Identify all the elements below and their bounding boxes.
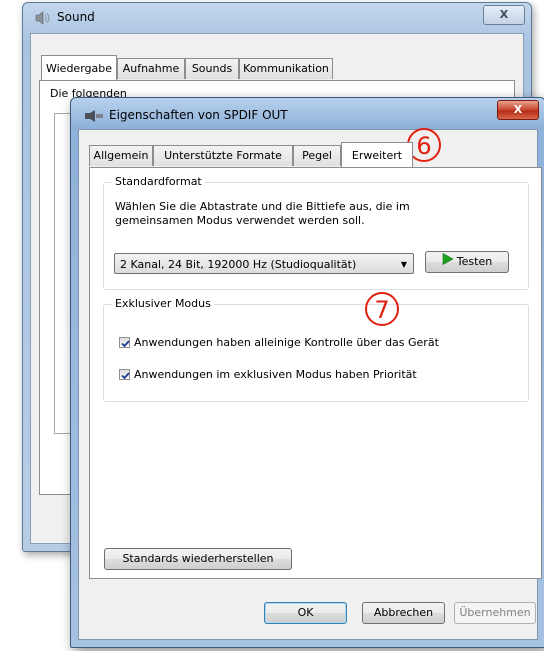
test-button-label: Testen — [456, 255, 493, 268]
tab-sounds[interactable]: Sounds — [185, 58, 239, 79]
standard-format-label: Standardformat — [112, 175, 205, 188]
exclusive-control-label: Anwendungen haben alleinige Kontrolle üb… — [134, 336, 439, 349]
play-icon — [442, 252, 454, 272]
annotation-marker-7: 7 — [365, 292, 399, 326]
checkbox-exclusive-priority[interactable] — [119, 368, 130, 380]
cancel-button[interactable]: Abbrechen — [362, 602, 445, 624]
exclusive-control-option[interactable]: Anwendungen haben alleinige Kontrolle üb… — [119, 336, 439, 350]
format-dropdown[interactable]: 2 Kanal, 24 Bit, 192000 Hz (Studioqualit… — [114, 253, 414, 274]
tab-aufnahme[interactable]: Aufnahme — [117, 58, 185, 79]
restore-defaults-button[interactable]: Standards wiederherstellen — [104, 548, 292, 570]
spdif-properties-dialog: Eigenschaften von SPDIF OUT X Allgemein … — [70, 97, 544, 648]
dialog-close-button[interactable]: X — [497, 100, 539, 120]
dialog-title: Eigenschaften von SPDIF OUT — [109, 108, 288, 122]
apply-button[interactable]: Übernehmen — [454, 602, 536, 624]
tab-unterstuetzte-formate[interactable]: Unterstützte Formate — [153, 145, 293, 166]
erweitert-tab-pane: Standardformat Wählen Sie die Abtastrate… — [89, 167, 542, 579]
tab-wiedergabe[interactable]: Wiedergabe — [41, 55, 117, 80]
sound-close-button[interactable]: X — [483, 5, 525, 25]
sound-window-title: Sound — [57, 10, 95, 24]
standard-format-description: Wählen Sie die Abtastrate und die Bittie… — [115, 200, 410, 228]
tab-kommunikation[interactable]: Kommunikation — [239, 58, 333, 79]
description-line-1: Wählen Sie die Abtastrate und die Bittie… — [115, 200, 410, 213]
format-dropdown-value: 2 Kanal, 24 Bit, 192000 Hz (Studioqualit… — [120, 258, 357, 271]
sound-titlebar[interactable]: Sound X — [23, 3, 531, 31]
speaker-icon — [35, 11, 50, 25]
description-line-2: gemeinsamen Modus verwendet werden soll. — [115, 214, 365, 227]
checkbox-exclusive-control[interactable] — [119, 336, 130, 348]
ok-button[interactable]: OK — [264, 602, 347, 624]
tab-pegel[interactable]: Pegel — [293, 145, 341, 166]
exclusive-priority-option[interactable]: Anwendungen im exklusiven Modus haben Pr… — [119, 368, 417, 382]
tab-allgemein[interactable]: Allgemein — [89, 145, 153, 166]
standard-format-group: Standardformat Wählen Sie die Abtastrate… — [103, 175, 529, 290]
tab-erweitert[interactable]: Erweitert — [341, 142, 413, 167]
chevron-down-icon: ▼ — [400, 260, 407, 269]
exclusive-mode-group: Exklusiver Modus Anwendungen haben allei… — [103, 297, 529, 402]
speaker-device-icon — [84, 110, 104, 122]
dialog-body: Allgemein Unterstützte Formate Pegel Erw… — [78, 129, 542, 640]
exclusive-priority-label: Anwendungen im exklusiven Modus haben Pr… — [134, 368, 417, 381]
test-button[interactable]: Testen — [425, 251, 509, 273]
exclusive-mode-label: Exklusiver Modus — [112, 297, 214, 310]
